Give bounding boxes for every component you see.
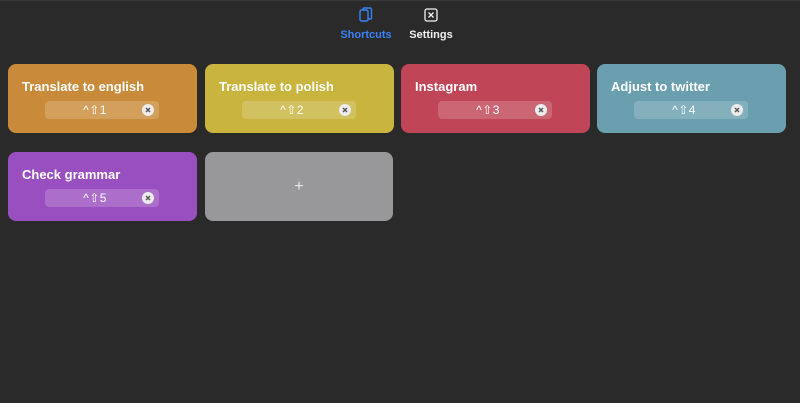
tab-shortcuts[interactable]: Shortcuts bbox=[338, 7, 394, 47]
shortcut-key-field[interactable]: ^⇧1 bbox=[45, 101, 159, 119]
shortcut-title: Instagram bbox=[415, 79, 478, 94]
shortcut-title: Translate to english bbox=[22, 79, 145, 94]
add-shortcut-button[interactable]: + bbox=[205, 152, 393, 221]
clear-shortcut-button[interactable] bbox=[535, 104, 547, 116]
shortcut-key-combo: ^⇧2 bbox=[280, 103, 304, 117]
shortcut-card[interactable]: Translate to english ^⇧1 bbox=[8, 64, 197, 133]
clear-shortcut-button[interactable] bbox=[731, 104, 743, 116]
shortcut-key-combo: ^⇧1 bbox=[83, 103, 107, 117]
tab-shortcuts-label: Shortcuts bbox=[340, 29, 392, 41]
plus-icon: + bbox=[294, 177, 304, 195]
shortcut-key-field[interactable]: ^⇧4 bbox=[634, 101, 748, 119]
shortcut-key-field[interactable]: ^⇧2 bbox=[242, 101, 356, 119]
clear-shortcut-button[interactable] bbox=[142, 192, 154, 204]
close-icon bbox=[734, 107, 740, 113]
close-icon bbox=[538, 107, 544, 113]
shortcut-key-combo: ^⇧5 bbox=[83, 191, 107, 205]
close-icon bbox=[342, 107, 348, 113]
clear-shortcut-button[interactable] bbox=[339, 104, 351, 116]
clear-shortcut-button[interactable] bbox=[142, 104, 154, 116]
shortcut-card[interactable]: Check grammar ^⇧5 bbox=[8, 152, 197, 221]
shortcut-key-combo: ^⇧4 bbox=[672, 103, 696, 117]
clipboard-copy-icon bbox=[358, 7, 374, 23]
shortcut-card[interactable]: Instagram ^⇧3 bbox=[401, 64, 590, 133]
tab-settings[interactable]: Settings bbox=[405, 7, 457, 47]
close-icon bbox=[145, 107, 151, 113]
shortcut-key-combo: ^⇧3 bbox=[476, 103, 500, 117]
shortcut-title: Check grammar bbox=[22, 167, 121, 182]
x-box-icon bbox=[423, 7, 439, 23]
shortcut-card[interactable]: Adjust to twitter ^⇧4 bbox=[597, 64, 786, 133]
close-icon bbox=[145, 195, 151, 201]
tab-settings-label: Settings bbox=[409, 29, 453, 41]
shortcut-key-field[interactable]: ^⇧5 bbox=[45, 189, 159, 207]
shortcut-key-field[interactable]: ^⇧3 bbox=[438, 101, 552, 119]
shortcut-card[interactable]: Translate to polish ^⇧2 bbox=[205, 64, 394, 133]
shortcut-title: Adjust to twitter bbox=[611, 79, 710, 94]
top-tab-bar: Shortcuts Settings bbox=[0, 0, 800, 52]
shortcut-title: Translate to polish bbox=[219, 79, 334, 94]
